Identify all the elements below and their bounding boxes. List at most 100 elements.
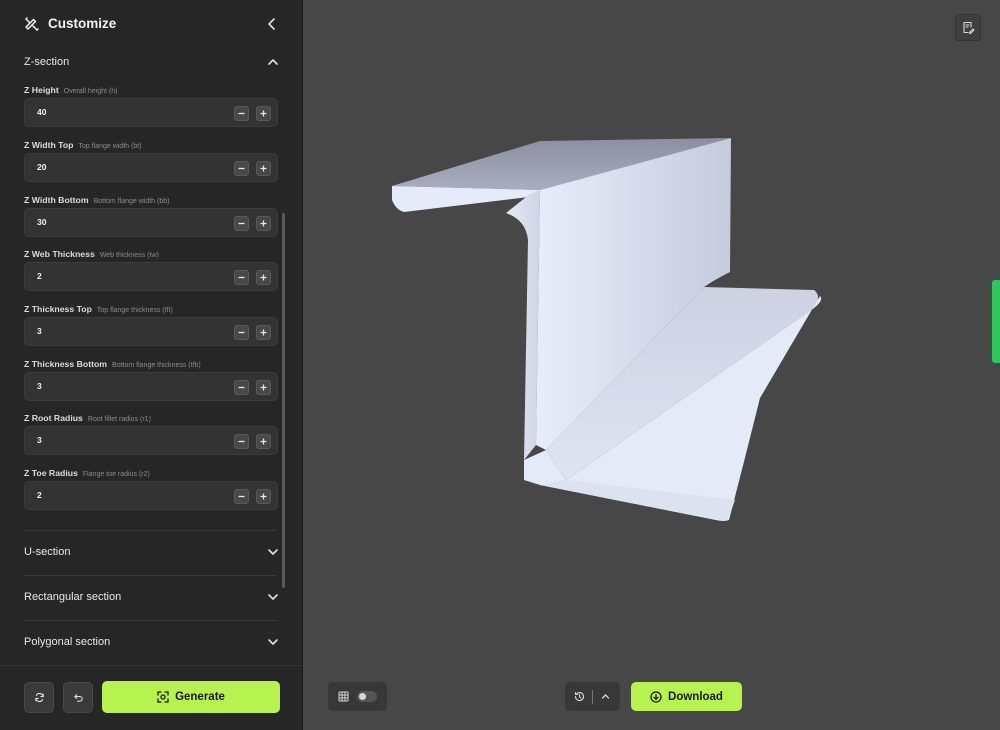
param-name: Z Root Radius bbox=[24, 413, 83, 423]
section-rect-label: Rectangular section bbox=[24, 591, 122, 603]
param-input[interactable]: 20 bbox=[24, 153, 278, 182]
param-value[interactable]: 3 bbox=[37, 435, 42, 445]
divider bbox=[24, 620, 277, 621]
increment-button[interactable] bbox=[256, 161, 271, 176]
grid-toggle-control[interactable] bbox=[328, 682, 387, 711]
increment-button[interactable] bbox=[256, 489, 271, 504]
section-poly-header[interactable]: Polygonal section bbox=[24, 632, 280, 652]
param-name: Z Thickness Top bbox=[24, 304, 92, 314]
increment-button[interactable] bbox=[256, 325, 271, 340]
param-desc: Flange toe radius (r2) bbox=[82, 471, 150, 478]
undo-icon bbox=[73, 694, 83, 702]
decrement-button[interactable] bbox=[234, 325, 249, 340]
param-input[interactable]: 40 bbox=[24, 98, 278, 127]
chevron-left-icon[interactable] bbox=[264, 16, 280, 32]
plus-icon bbox=[260, 110, 267, 117]
param-z-thickness-top: Z Thickness Top Top flange thickness (tf… bbox=[24, 304, 278, 346]
notes-button[interactable] bbox=[955, 14, 981, 41]
decrement-button[interactable] bbox=[234, 161, 249, 176]
feedback-side-tab[interactable] bbox=[992, 280, 1000, 363]
download-button[interactable]: Download bbox=[631, 682, 742, 711]
param-desc: Top flange width (bt) bbox=[78, 143, 142, 150]
plus-icon bbox=[260, 274, 267, 281]
section-rect-header[interactable]: Rectangular section bbox=[24, 587, 280, 607]
param-desc: Bottom flange width (bb) bbox=[93, 198, 170, 205]
param-value[interactable]: 2 bbox=[37, 271, 42, 281]
divider bbox=[24, 530, 277, 531]
sidebar-title: Customize bbox=[48, 16, 117, 31]
sidebar-header: Customize bbox=[0, 0, 303, 48]
param-value[interactable]: 3 bbox=[37, 326, 42, 336]
history-separator bbox=[591, 689, 593, 704]
param-name: Z Web Thickness bbox=[24, 249, 95, 259]
section-u-header[interactable]: U-section bbox=[24, 542, 280, 562]
scan-icon bbox=[157, 691, 169, 703]
param-input[interactable]: 2 bbox=[24, 481, 278, 510]
param-input[interactable]: 3 bbox=[24, 426, 278, 455]
section-poly-label: Polygonal section bbox=[24, 636, 111, 648]
param-name: Z Width Top bbox=[24, 140, 74, 150]
param-z-width-top: Z Width Top Top flange width (bt) 20 bbox=[24, 140, 278, 182]
download-label: Download bbox=[668, 690, 723, 703]
decrement-button[interactable] bbox=[234, 434, 249, 449]
refresh-icon bbox=[34, 693, 44, 702]
generate-button[interactable]: Generate bbox=[102, 681, 280, 713]
increment-button[interactable] bbox=[256, 434, 271, 449]
chevron-down-icon bbox=[268, 549, 278, 555]
increment-button[interactable] bbox=[256, 216, 271, 231]
decrement-button[interactable] bbox=[234, 489, 249, 504]
reset-button[interactable] bbox=[24, 682, 54, 713]
increment-button[interactable] bbox=[256, 380, 271, 395]
grid-toggle-switch[interactable] bbox=[357, 691, 377, 702]
history-control[interactable] bbox=[565, 682, 620, 711]
param-z-root-radius: Z Root Radius Root fillet radius (r1) 3 bbox=[24, 413, 278, 455]
decrement-button[interactable] bbox=[234, 216, 249, 231]
minus-icon bbox=[238, 386, 245, 389]
param-name: Z Toe Radius bbox=[24, 468, 78, 478]
param-desc: Web thickness (tw) bbox=[99, 252, 159, 259]
section-z-label: Z-section bbox=[24, 56, 70, 68]
param-z-width-bottom: Z Width Bottom Bottom flange width (bb) … bbox=[24, 195, 278, 237]
param-desc: Top flange thickness (tft) bbox=[96, 307, 173, 314]
plus-icon bbox=[260, 438, 267, 445]
param-z-height: Z Height Overall height (h) 40 bbox=[24, 85, 278, 127]
section-u-label: U-section bbox=[24, 546, 71, 558]
minus-icon bbox=[238, 112, 245, 115]
param-desc: Bottom flange thickness (tfb) bbox=[112, 362, 201, 369]
history-icon bbox=[575, 691, 585, 702]
chevron-down-icon bbox=[268, 594, 278, 600]
param-desc: Overall height (h) bbox=[63, 88, 118, 95]
3d-viewport[interactable]: Download bbox=[304, 0, 1000, 730]
decrement-button[interactable] bbox=[234, 380, 249, 395]
notes-icon bbox=[962, 21, 975, 34]
param-input[interactable]: 3 bbox=[24, 317, 278, 346]
grid-icon bbox=[338, 691, 349, 702]
minus-icon bbox=[238, 495, 245, 498]
increment-button[interactable] bbox=[256, 106, 271, 121]
plus-icon bbox=[260, 165, 267, 172]
z-section-model[interactable] bbox=[304, 0, 1000, 730]
param-name: Z Height bbox=[24, 85, 59, 95]
param-value[interactable]: 40 bbox=[37, 107, 46, 117]
param-value[interactable]: 3 bbox=[37, 381, 42, 391]
param-z-toe-radius: Z Toe Radius Flange toe radius (r2) 2 bbox=[24, 468, 278, 510]
param-input[interactable]: 3 bbox=[24, 372, 278, 401]
param-value[interactable]: 20 bbox=[37, 162, 46, 172]
divider bbox=[24, 575, 277, 576]
param-value[interactable]: 2 bbox=[37, 490, 42, 500]
param-value[interactable]: 30 bbox=[37, 217, 46, 227]
sidebar-scrollbar[interactable] bbox=[282, 213, 285, 588]
param-input[interactable]: 2 bbox=[24, 262, 278, 291]
decrement-button[interactable] bbox=[234, 270, 249, 285]
chevron-up-icon[interactable] bbox=[600, 691, 611, 702]
param-name: Z Thickness Bottom bbox=[24, 359, 108, 369]
generate-label: Generate bbox=[175, 691, 225, 703]
plus-icon bbox=[260, 220, 267, 227]
chevron-up-icon bbox=[268, 59, 278, 65]
section-z-header[interactable]: Z-section bbox=[24, 52, 280, 72]
param-name: Z Width Bottom bbox=[24, 195, 89, 205]
param-input[interactable]: 30 bbox=[24, 208, 278, 237]
undo-button[interactable] bbox=[63, 682, 93, 713]
decrement-button[interactable] bbox=[234, 106, 249, 121]
increment-button[interactable] bbox=[256, 270, 271, 285]
